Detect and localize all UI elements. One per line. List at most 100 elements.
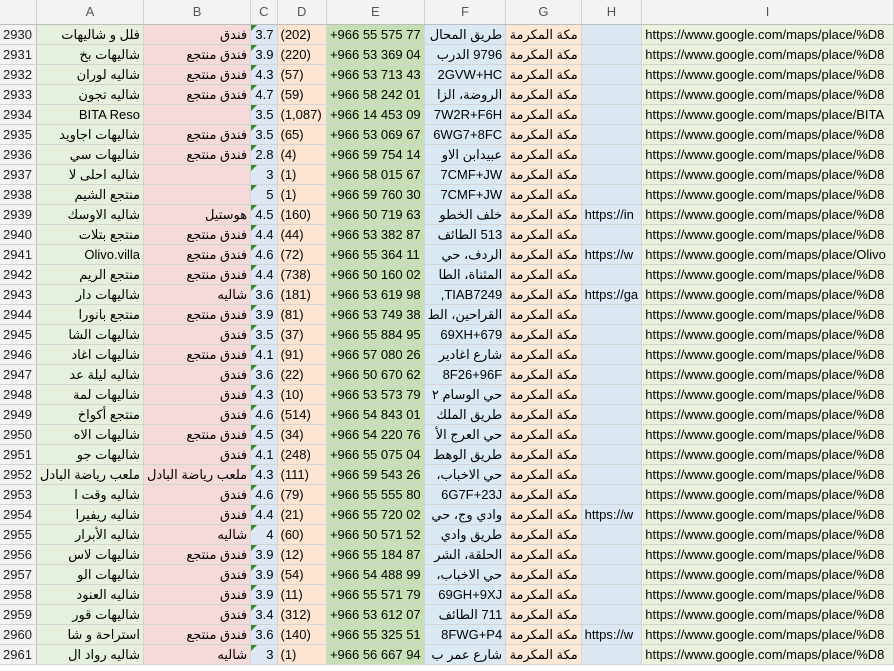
cell-city[interactable]: مكة المكرمة (505, 384, 582, 405)
cell-address[interactable]: طريق وادي (424, 524, 507, 545)
cell-address[interactable]: 7CMF+JW (424, 184, 507, 205)
cell-maps-url[interactable]: https://www.google.com/maps/place/%D8 (641, 504, 894, 525)
column-header-c[interactable]: C (250, 0, 278, 25)
row-header[interactable]: 2947 (0, 364, 37, 385)
cell-rating[interactable]: 4.1 (250, 444, 278, 465)
cell-website[interactable] (581, 264, 643, 285)
cell-rating[interactable]: 4 (250, 524, 278, 545)
cell-maps-url[interactable]: https://www.google.com/maps/place/%D8 (641, 304, 894, 325)
cell-phone[interactable]: +966 54 843 01 (326, 404, 425, 425)
cell-address[interactable]: طريق المحال (424, 24, 507, 45)
cell-address[interactable]: حي الوسام ٢ (424, 384, 507, 405)
cell-city[interactable]: مكة المكرمة (505, 564, 582, 585)
cell-city[interactable]: مكة المكرمة (505, 464, 582, 485)
cell-website[interactable] (581, 64, 643, 85)
cell-category[interactable]: فندق منتجع (143, 624, 252, 645)
cell-website[interactable] (581, 324, 643, 345)
cell-maps-url[interactable]: https://www.google.com/maps/place/%D8 (641, 644, 894, 665)
cell-category[interactable]: شاليه (143, 284, 252, 305)
row-header[interactable]: 2959 (0, 604, 37, 625)
cell-category[interactable]: فندق (143, 604, 252, 625)
cell-category[interactable]: فندق (143, 444, 252, 465)
cell-rating[interactable]: 3.9 (250, 564, 278, 585)
cell-review-count[interactable]: (10) (277, 384, 327, 405)
cell-review-count[interactable]: (738) (277, 264, 327, 285)
cell-rating[interactable]: 3.9 (250, 304, 278, 325)
cell-phone[interactable]: +966 53 369 04 (326, 44, 425, 65)
cell-review-count[interactable]: (65) (277, 124, 327, 145)
cell-review-count[interactable]: (91) (277, 344, 327, 365)
cell-website[interactable] (581, 104, 643, 125)
cell-rating[interactable]: 3 (250, 164, 278, 185)
cell-rating[interactable]: 4.3 (250, 64, 278, 85)
cell-address[interactable]: خلف الخطو (424, 204, 507, 225)
cell-review-count[interactable]: (1) (277, 164, 327, 185)
cell-maps-url[interactable]: https://www.google.com/maps/place/%D8 (641, 324, 894, 345)
cell-name[interactable]: شاليه الاوسك (36, 204, 145, 225)
cell-name[interactable]: شاليهات اغاد (36, 344, 145, 365)
cell-phone[interactable]: +966 59 760 30 (326, 184, 425, 205)
cell-category[interactable]: فندق (143, 484, 252, 505)
cell-address[interactable]: الحلقة، الشر (424, 544, 507, 565)
cell-city[interactable]: مكة المكرمة (505, 84, 582, 105)
cell-review-count[interactable]: (21) (277, 504, 327, 525)
cell-name[interactable]: شاليه رواد ال (36, 644, 145, 665)
cell-rating[interactable]: 4.5 (250, 424, 278, 445)
cell-phone[interactable]: +966 53 749 38 (326, 304, 425, 325)
cell-rating[interactable]: 3.6 (250, 284, 278, 305)
cell-rating[interactable]: 4.5 (250, 204, 278, 225)
row-header[interactable]: 2944 (0, 304, 37, 325)
cell-rating[interactable]: 3 (250, 644, 278, 665)
cell-address[interactable]: 6G7F+23J (424, 484, 507, 505)
cell-review-count[interactable]: (1) (277, 184, 327, 205)
row-header[interactable]: 2943 (0, 284, 37, 305)
cell-website[interactable] (581, 224, 643, 245)
cell-website[interactable] (581, 344, 643, 365)
cell-city[interactable]: مكة المكرمة (505, 204, 582, 225)
cell-name[interactable]: شاليه ليلة عد (36, 364, 145, 385)
column-header-h[interactable]: H (581, 0, 643, 25)
cell-name[interactable]: منتجع الريم (36, 264, 145, 285)
cell-name[interactable]: منتجع بانورا (36, 304, 145, 325)
cell-name[interactable]: منتجع أكواخ (36, 404, 145, 425)
cell-phone[interactable]: +966 50 670 62 (326, 364, 425, 385)
cell-website[interactable] (581, 124, 643, 145)
cell-review-count[interactable]: (11) (277, 584, 327, 605)
cell-address[interactable]: عبيدابن الاو (424, 144, 507, 165)
row-header[interactable]: 2952 (0, 464, 37, 485)
cell-rating[interactable]: 4.1 (250, 344, 278, 365)
cell-address[interactable]: 8FWG+P4 (424, 624, 507, 645)
cell-category[interactable]: فندق منتجع (143, 84, 252, 105)
cell-maps-url[interactable]: https://www.google.com/maps/place/%D8 (641, 224, 894, 245)
cell-phone[interactable]: +966 14 453 09 (326, 104, 425, 125)
cell-rating[interactable]: 3.4 (250, 604, 278, 625)
column-header-f[interactable]: F (424, 0, 507, 25)
cell-review-count[interactable]: (60) (277, 524, 327, 545)
cell-rating[interactable]: 3.9 (250, 44, 278, 65)
row-header[interactable]: 2931 (0, 44, 37, 65)
cell-rating[interactable]: 3.5 (250, 124, 278, 145)
cell-website[interactable] (581, 604, 643, 625)
cell-category[interactable]: فندق (143, 364, 252, 385)
cell-address[interactable]: طريق الوهط (424, 444, 507, 465)
cell-city[interactable]: مكة المكرمة (505, 644, 582, 665)
cell-maps-url[interactable]: https://www.google.com/maps/place/%D8 (641, 284, 894, 305)
cell-website[interactable] (581, 364, 643, 385)
cell-rating[interactable]: 2.8 (250, 144, 278, 165)
cell-address[interactable]: 9796 الدرب (424, 44, 507, 65)
row-header[interactable]: 2942 (0, 264, 37, 285)
cell-address[interactable]: 7CMF+JW (424, 164, 507, 185)
cell-category[interactable]: فندق (143, 504, 252, 525)
cell-maps-url[interactable]: https://www.google.com/maps/place/%D8 (641, 404, 894, 425)
column-header-e[interactable]: E (326, 0, 425, 25)
row-header[interactable]: 2945 (0, 324, 37, 345)
cell-maps-url[interactable]: https://www.google.com/maps/place/%D8 (641, 384, 894, 405)
cell-city[interactable]: مكة المكرمة (505, 604, 582, 625)
cell-maps-url[interactable]: https://www.google.com/maps/place/Olivo (641, 244, 894, 265)
cell-review-count[interactable]: (37) (277, 324, 327, 345)
cell-phone[interactable]: +966 54 488 99 (326, 564, 425, 585)
row-header[interactable]: 2953 (0, 484, 37, 505)
cell-phone[interactable]: +966 54 220 76 (326, 424, 425, 445)
cell-category[interactable]: فندق منتجع (143, 144, 252, 165)
row-header[interactable]: 2936 (0, 144, 37, 165)
